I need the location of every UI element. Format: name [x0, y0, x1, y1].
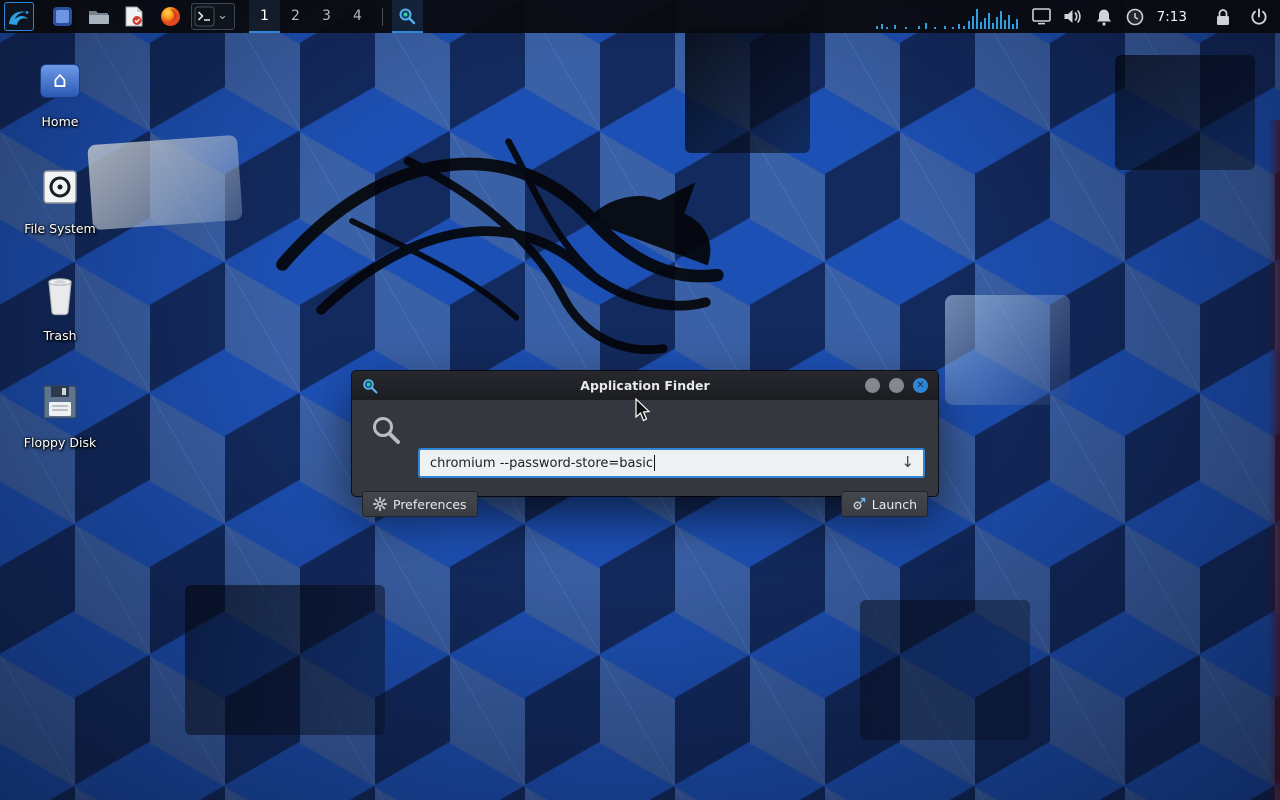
window-controls: ✕	[865, 378, 928, 393]
window-title: Application Finder	[352, 378, 938, 393]
speaker-icon	[1063, 8, 1082, 25]
lock-screen-button[interactable]	[1212, 6, 1234, 28]
dropdown-arrow-icon[interactable]: ↓	[901, 453, 914, 471]
application-finder-panel-button[interactable]	[392, 0, 423, 33]
gear-icon	[373, 497, 387, 511]
terminal-launcher-group[interactable]: ⌄	[191, 3, 235, 30]
session-buttons	[1212, 6, 1270, 28]
floppy-disk-icon	[40, 382, 80, 422]
desktop-icon-label: Floppy Disk	[5, 435, 115, 450]
minimize-button[interactable]	[865, 378, 880, 393]
file-manager-launcher[interactable]	[83, 2, 113, 31]
firefox-icon	[160, 6, 181, 27]
desktop-icon-floppy-disk[interactable]: Floppy Disk	[5, 377, 115, 450]
application-finder-window-icon	[362, 378, 378, 394]
document-icon	[125, 6, 143, 27]
workspace-3[interactable]: 3	[311, 0, 342, 33]
close-icon: ✕	[916, 381, 924, 391]
clock-icon	[1126, 8, 1144, 26]
system-tray: 7:13	[874, 4, 1276, 30]
system-monitor-graph[interactable]	[874, 4, 1022, 30]
search-icon	[371, 415, 401, 445]
window-titlebar[interactable]: Application Finder ✕	[352, 371, 938, 400]
firefox-launcher[interactable]	[155, 2, 185, 31]
chevron-down-icon[interactable]: ⌄	[215, 9, 232, 25]
kali-logo-icon	[7, 7, 31, 27]
house-glyph: ⌂	[53, 70, 67, 92]
desktop-icon-label: Home	[5, 114, 115, 129]
launch-icon	[852, 497, 866, 511]
text-editor-launcher[interactable]	[119, 2, 149, 31]
workspace-switcher: 1 2 3 4	[249, 0, 373, 33]
window-body: chromium --password-store=basic ↓ Prefer…	[352, 400, 938, 496]
search-icon	[398, 7, 416, 25]
applications-menu-button[interactable]	[4, 2, 34, 31]
application-finder-window: Application Finder ✕ chromium --password…	[352, 371, 938, 496]
power-icon	[1250, 8, 1268, 26]
file-system-icon	[39, 167, 81, 209]
search-input-value: chromium --password-store=basic	[430, 456, 653, 471]
desktop-icon-home[interactable]: ⌂ Home	[5, 56, 115, 129]
display-settings-tray-button[interactable]	[1031, 6, 1053, 28]
desktop-icon-label: Trash	[5, 328, 115, 343]
preferences-button[interactable]: Preferences	[362, 491, 478, 517]
logout-button[interactable]	[1248, 6, 1270, 28]
desktop-icon-label: File System	[5, 221, 115, 236]
workspace-4[interactable]: 4	[342, 0, 373, 33]
display-icon	[1032, 8, 1051, 25]
desktop-icon-file-system[interactable]: File System	[5, 163, 115, 236]
terminal-icon	[194, 6, 215, 27]
blue-window-icon	[52, 6, 73, 27]
panel-separator	[382, 8, 383, 26]
folder-icon	[88, 8, 109, 25]
maximize-button[interactable]	[889, 378, 904, 393]
launch-button[interactable]: Launch	[841, 491, 928, 517]
home-icon: ⌂	[40, 64, 80, 98]
panel-clock[interactable]: 7:13	[1157, 9, 1187, 25]
desktop-icon-trash[interactable]: Trash	[5, 270, 115, 343]
notifications-tray-button[interactable]	[1093, 6, 1115, 28]
clock-tray-button[interactable]	[1124, 6, 1146, 28]
close-button[interactable]: ✕	[913, 378, 928, 393]
top-panel: ⌄ 1 2 3 4	[0, 0, 1280, 33]
cpu-graph-icon	[874, 4, 1022, 30]
volume-tray-button[interactable]	[1062, 6, 1084, 28]
workspace-1[interactable]: 1	[249, 0, 280, 33]
launch-button-label: Launch	[872, 497, 917, 512]
preferences-button-label: Preferences	[393, 497, 467, 512]
workspace-2[interactable]: 2	[280, 0, 311, 33]
lock-icon	[1215, 8, 1231, 26]
text-caret	[654, 455, 655, 471]
search-input[interactable]: chromium --password-store=basic ↓	[418, 448, 925, 478]
trash-icon	[41, 274, 79, 316]
blue-app-launcher[interactable]	[47, 2, 77, 31]
bell-icon	[1095, 8, 1113, 26]
